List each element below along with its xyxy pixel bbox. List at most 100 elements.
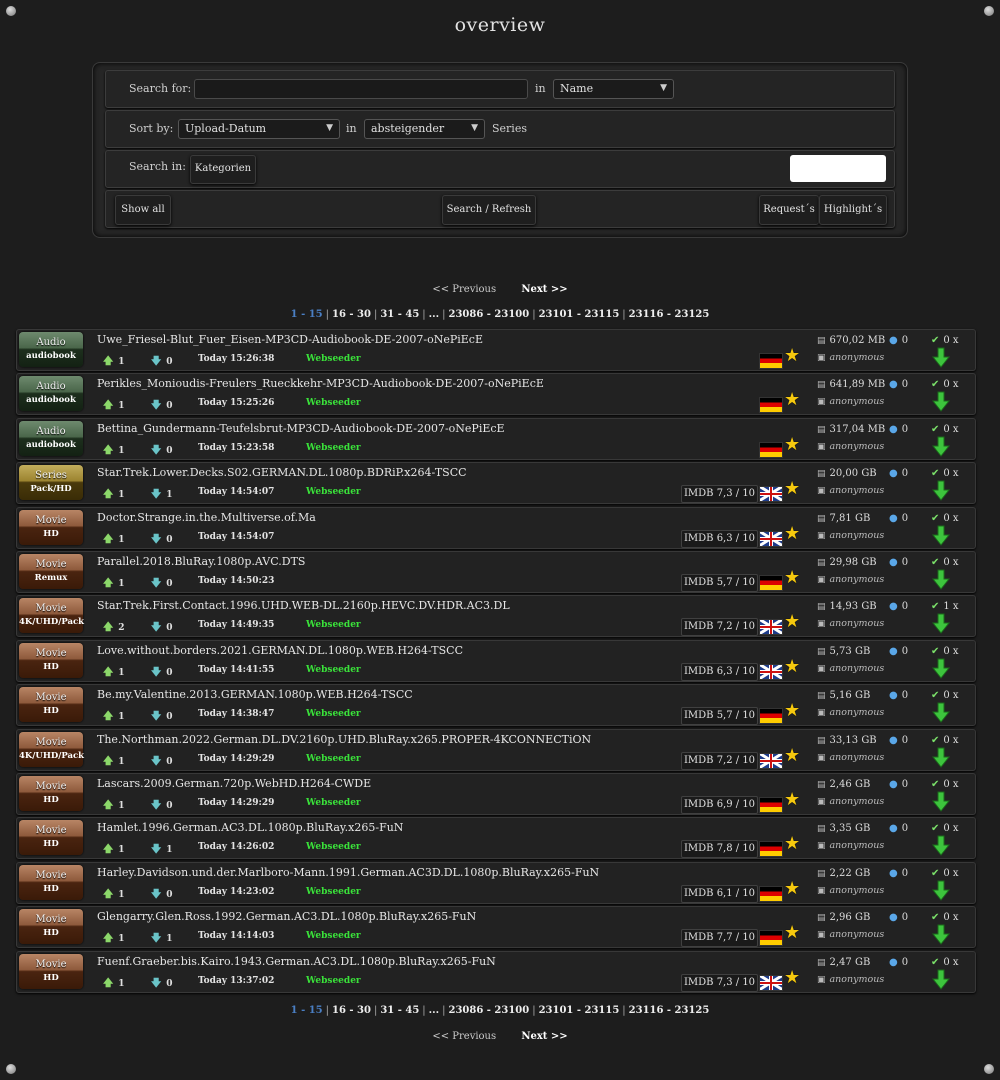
category-badge[interactable]: Series Pack/HD (19, 465, 83, 501)
page-link[interactable]: 16 - 30 (332, 309, 371, 320)
search-refresh-button[interactable]: Search / Refresh (442, 195, 536, 225)
next-link[interactable]: Next >> (521, 284, 567, 295)
page-link[interactable]: 16 - 30 (332, 1005, 371, 1016)
imdb-rating[interactable]: IMDB 7,3 / 10 (681, 973, 758, 992)
star-icon[interactable]: ★ (784, 656, 800, 677)
torrent-name-link[interactable]: Perikles_Monioudis-Freulers_Rueckkehr-MP… (97, 377, 544, 390)
star-icon[interactable]: ★ (784, 523, 800, 544)
download-arrow-icon[interactable] (930, 347, 952, 369)
search-input[interactable] (194, 79, 528, 99)
comments-count[interactable]: ● 0 (889, 335, 908, 346)
comments-count[interactable]: ● 0 (889, 557, 908, 568)
star-icon[interactable]: ★ (784, 345, 800, 366)
comments-count[interactable]: ● 0 (889, 513, 908, 524)
category-badge[interactable]: Movie Remux (19, 554, 83, 589)
star-icon[interactable]: ★ (784, 789, 800, 810)
page-link[interactable]: 23116 - 23125 (629, 309, 710, 320)
page-link[interactable]: 31 - 45 (380, 309, 419, 320)
category-badge[interactable]: Movie HD (19, 820, 83, 856)
torrent-name-link[interactable]: Love.without.borders.2021.GERMAN.DL.1080… (97, 644, 463, 657)
torrent-name-link[interactable]: Uwe_Friesel-Blut_Fuer_Eisen-MP3CD-Audiob… (97, 333, 483, 346)
torrent-row[interactable]: Audio audiobook Bettina_Gundermann-Teufels… (16, 417, 976, 460)
torrent-name-link[interactable]: Be.my.Valentine.2013.GERMAN.1080p.WEB.H2… (97, 688, 413, 701)
search-field-select[interactable]: Name ▼ (553, 79, 674, 99)
imdb-rating[interactable]: IMDB 7,2 / 10 (681, 751, 758, 770)
show-all-button[interactable]: Show all (115, 195, 171, 225)
download-arrow-icon[interactable] (930, 791, 952, 813)
imdb-rating[interactable]: IMDB 6,3 / 10 (681, 529, 758, 548)
star-icon[interactable]: ★ (784, 745, 800, 766)
torrent-row[interactable]: Movie HD Glengarry.Glen.Ross.1992.German.A… (16, 906, 976, 949)
requests-button[interactable]: Request´s (759, 195, 819, 225)
imdb-rating[interactable]: IMDB 6,3 / 10 (681, 662, 758, 681)
torrent-name-link[interactable]: Star.Trek.First.Contact.1996.UHD.WEB-DL.… (97, 599, 510, 612)
imdb-rating[interactable]: IMDB 7,2 / 10 (681, 618, 758, 637)
download-arrow-icon[interactable] (930, 924, 952, 946)
category-badge[interactable]: Audio audiobook (19, 420, 83, 456)
imdb-rating[interactable]: IMDB 6,1 / 10 (681, 884, 758, 903)
torrent-row[interactable]: Audio audiobook Uwe_Friesel-Blut_Fuer_Eise… (16, 329, 976, 371)
page-link[interactable]: 23101 - 23115 (539, 309, 620, 320)
download-arrow-icon[interactable] (930, 880, 952, 902)
download-arrow-icon[interactable] (930, 569, 952, 591)
torrent-name-link[interactable]: Hamlet.1996.German.AC3.DL.1080p.BluRay.x… (97, 821, 403, 834)
download-arrow-icon[interactable] (930, 747, 952, 769)
page-link[interactable]: 1 - 15 (291, 1005, 323, 1016)
imdb-rating[interactable]: IMDB 7,8 / 10 (681, 840, 758, 859)
comments-count[interactable]: ● 0 (889, 779, 908, 790)
star-icon[interactable]: ★ (784, 611, 800, 632)
download-arrow-icon[interactable] (930, 436, 952, 458)
category-badge[interactable]: Movie HD (19, 509, 83, 545)
download-arrow-icon[interactable] (930, 480, 952, 502)
category-badge[interactable]: Movie HD (19, 909, 83, 945)
comments-count[interactable]: ● 0 (889, 646, 908, 657)
star-icon[interactable]: ★ (784, 878, 800, 899)
category-badge[interactable]: Movie HD (19, 953, 83, 989)
download-arrow-icon[interactable] (930, 613, 952, 635)
download-arrow-icon[interactable] (930, 969, 952, 991)
torrent-row[interactable]: Movie 4K/UHD/Pack Star.Trek.First.Contact.… (16, 595, 976, 638)
sort-select[interactable]: Upload-Datum ▼ (178, 119, 340, 139)
star-icon[interactable]: ★ (784, 833, 800, 854)
category-badge[interactable]: Movie HD (19, 687, 83, 723)
category-badge[interactable]: Audio audiobook (19, 376, 83, 412)
torrent-name-link[interactable]: Fuenf.Graeber.bis.Kairo.1943.German.AC3.… (97, 955, 496, 968)
torrent-name-link[interactable]: Parallel.2018.BluRay.1080p.AVC.DTS (97, 555, 305, 568)
category-badge[interactable]: Audio audiobook (19, 332, 83, 367)
imdb-rating[interactable]: IMDB 5,7 / 10 (681, 707, 758, 726)
imdb-rating[interactable]: IMDB 5,7 / 10 (681, 574, 758, 592)
download-arrow-icon[interactable] (930, 702, 952, 724)
category-badge[interactable]: Movie HD (19, 864, 83, 900)
torrent-row[interactable]: Movie 4K/UHD/Pack The.Northman.2022.German… (16, 728, 976, 771)
star-icon[interactable]: ★ (784, 389, 800, 410)
category-badge[interactable]: Movie HD (19, 642, 83, 678)
comments-count[interactable]: ● 0 (889, 690, 908, 701)
torrent-row[interactable]: Audio audiobook Perikles_Monioudis-Freuler… (16, 373, 976, 416)
next-link[interactable]: Next >> (521, 1031, 567, 1042)
star-icon[interactable]: ★ (784, 567, 800, 588)
page-link[interactable]: 23086 - 23100 (449, 1005, 530, 1016)
torrent-name-link[interactable]: Star.Trek.Lower.Decks.S02.GERMAN.DL.1080… (97, 466, 467, 479)
order-select[interactable]: absteigender ▼ (364, 119, 485, 139)
page-link[interactable]: 31 - 45 (380, 1005, 419, 1016)
comments-count[interactable]: ● 0 (889, 601, 908, 612)
torrent-row[interactable]: Series Pack/HD Star.Trek.Lower.Decks.S02.G… (16, 462, 976, 505)
comments-count[interactable]: ● 0 (889, 468, 908, 479)
comments-count[interactable]: ● 0 (889, 868, 908, 879)
torrent-name-link[interactable]: Glengarry.Glen.Ross.1992.German.AC3.DL.1… (97, 910, 476, 923)
star-icon[interactable]: ★ (784, 434, 800, 455)
star-icon[interactable]: ★ (784, 922, 800, 943)
download-arrow-icon[interactable] (930, 525, 952, 547)
torrent-row[interactable]: Movie HD Harley.Davidson.und.der.Marlboro-… (16, 861, 976, 904)
download-arrow-icon[interactable] (930, 658, 952, 680)
highlights-button[interactable]: Highlight´s (819, 195, 887, 225)
download-arrow-icon[interactable] (930, 835, 952, 857)
star-icon[interactable]: ★ (784, 478, 800, 499)
star-icon[interactable]: ★ (784, 967, 800, 988)
previous-link[interactable]: << Previous (432, 284, 496, 295)
comments-count[interactable]: ● 0 (889, 912, 908, 923)
previous-link[interactable]: << Previous (432, 1031, 496, 1042)
download-arrow-icon[interactable] (930, 391, 952, 413)
torrent-row[interactable]: Movie Remux Parallel.2018.BluRay.1080p.AVC… (16, 551, 976, 593)
page-link[interactable]: 23101 - 23115 (539, 1005, 620, 1016)
